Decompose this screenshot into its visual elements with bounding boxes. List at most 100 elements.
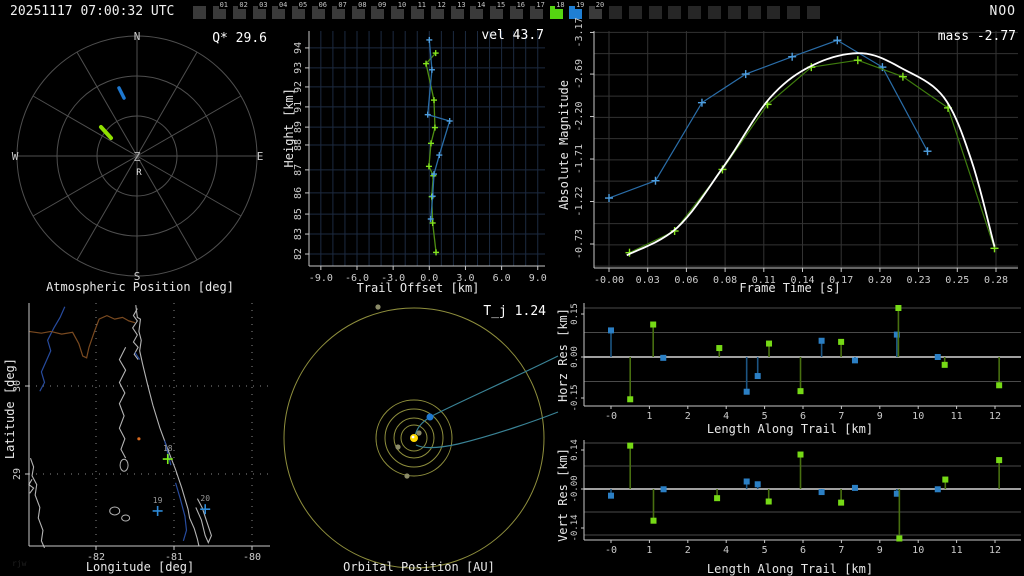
horz-length-axis-label: Length Along Trail [km] [706,422,874,436]
polar-spoke [136,155,242,217]
point-station-19 [833,36,842,45]
tick-label: -0.00 [570,475,580,502]
light-curve-plot-canvas: -0.00 0.03 0.06 0.08 0.11 0.14 0.17 0.20 0.23 0.2… [574,17,1018,286]
ground-track-cross-18 [162,454,173,465]
frame-box-blank-25[interactable] [688,6,702,19]
frame-box-04[interactable]: 04 [272,1,289,19]
frame-box-17[interactable]: 17 [529,1,546,19]
frame-box-07[interactable]: 07 [331,1,348,19]
frame-number-label: 09 [376,1,388,9]
panel-vert-res: -0 1 2 4 5 6 7 9 10 11 12 0.14 -0.00 -0.14 Vert Res [… [556,436,1024,576]
point-station-19 [446,118,453,125]
frame-number-label: 14 [475,1,487,9]
reference-point [137,437,141,441]
panel-trail-offset: -9.0 -6.0 -3.0 0.0 3.0 6.0 9.0 94 93 92 91 89 88 87 86… [280,24,556,296]
point-station-19 [426,36,433,43]
coastline [118,347,127,459]
frame-number-label: 12 [436,1,447,9]
residual-point [743,388,750,395]
frame-box-13[interactable]: 13 [450,1,467,19]
tick-label: 29 [12,468,23,480]
tick-label: -0 [605,411,617,422]
frame-box-10[interactable]: 10 [391,1,408,19]
polar-spoke [32,95,138,157]
tick-label: 11 [951,411,963,422]
frame-box-blank-28[interactable] [747,6,761,19]
frame-box-blank-31[interactable] [807,6,820,19]
frame-number-label: 10 [396,1,408,9]
frame-box-05[interactable]: 05 [292,1,309,19]
polar-plot-canvas: NSEW ZR [12,30,264,283]
tick-label: 12 [989,411,1001,422]
frame-box-08[interactable]: 08 [351,1,368,19]
residual-point [660,486,667,493]
point-station-18 [430,97,437,104]
residual-point [754,373,761,380]
frame-box-02[interactable]: 02 [232,1,249,19]
frame-box-12[interactable]: 12 [430,1,447,19]
frame-box-18[interactable]: 18 [549,1,566,19]
residual-point [716,345,723,352]
point-station-19 [923,147,932,156]
frame-box-15[interactable]: 15 [490,1,507,19]
frame-box-16[interactable]: 16 [510,1,526,19]
polar-spoke [32,155,138,217]
frame-box-14[interactable]: 14 [470,1,487,19]
tick-label: -0 [605,545,617,556]
longitude-axis-label: Longitude [deg] [85,560,195,574]
tick-label: 11 [951,545,963,556]
app-root: 20251117 07:00:32 UTC 01 02 03 04 05 06 07 08 09… [0,0,1024,576]
tick-label: 0.15 [570,303,580,325]
tick-label: 10 [912,545,924,556]
height-axis-label: Height [km] [282,88,296,168]
tick-label: 82 [293,248,304,260]
tick-label: 20 [200,494,210,503]
frame-number-label: 20 [594,1,606,9]
frame-box-03[interactable]: 03 [252,1,269,19]
zenith-label: Z [133,150,140,164]
horz-res-plot-canvas: -0 1 2 4 5 6 7 9 10 11 120.150.00-0.15 [570,303,1021,422]
frame-box-06[interactable]: 06 [312,1,328,19]
horz-res-axis-label: Horz Res [km] [556,308,570,402]
frame-box-19[interactable]: 19 [569,1,586,19]
frame-box-09[interactable]: 09 [371,1,388,19]
state-border [28,314,136,359]
magnitude-axis-label: Absolute Magnitude [557,80,571,211]
frame-box-blank-0[interactable] [193,6,206,19]
frame-box-blank-30[interactable] [787,6,801,19]
frame-box-blank-26[interactable] [708,6,721,19]
frame-box-11[interactable]: 11 [411,1,427,19]
tick-label: 4 [723,411,729,422]
residual-point [660,354,667,361]
tick-label: N [134,30,141,43]
polar-spoke [136,155,198,261]
point-station-18 [425,163,432,170]
frame-box-01[interactable]: 01 [213,1,229,19]
series-station-19 [427,39,451,220]
residual-point [934,486,941,493]
orbit-plot-canvas [283,304,559,569]
frame-box-blank-22[interactable] [628,6,642,19]
watermark: rjw [12,559,27,568]
frame-box-blank-27[interactable] [727,6,741,19]
frame-box-20[interactable]: 20 [589,1,606,19]
frame-box-blank-23[interactable] [648,6,662,19]
sun-dot [410,434,418,442]
frame-box-blank-21[interactable] [609,6,622,19]
residual-point [650,517,657,524]
frame-number-label: 01 [218,1,229,9]
lake [109,506,121,516]
frame-number-label: 02 [238,1,249,9]
lake [121,514,131,522]
tick-label: 5 [762,545,768,556]
tick-label: -3.17 [574,17,585,47]
mass-annotation: mass -2.77 [937,29,1016,44]
residual-point [941,361,948,368]
panel-ground-track-map: -82 -81 -80 30 29 18 19 20 Latitude [deg] Longi… [0,296,280,576]
frame-number-label: 11 [416,1,427,9]
planet-dot [375,304,381,310]
frame-box-blank-24[interactable] [668,6,682,19]
point-station-18 [431,124,438,131]
frame-box-blank-29[interactable] [767,6,781,19]
polar-spoke [136,95,242,157]
